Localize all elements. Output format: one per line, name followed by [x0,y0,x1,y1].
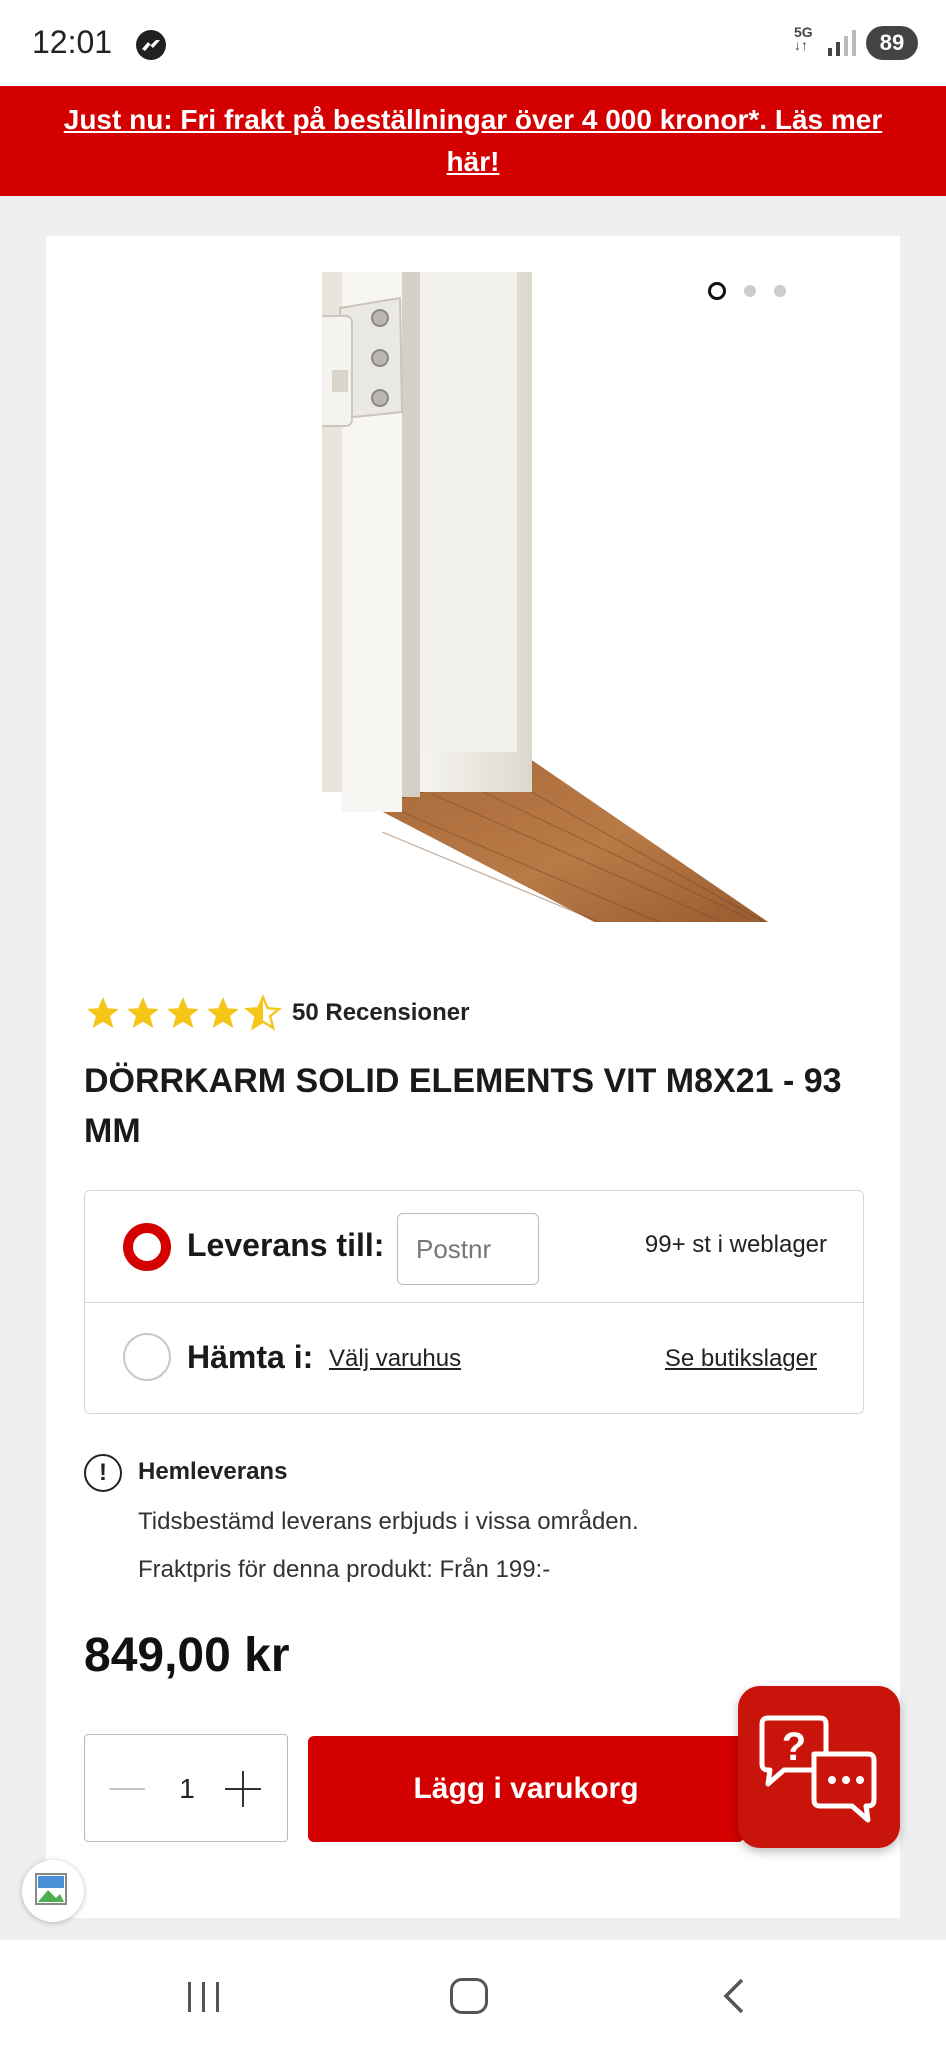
info-icon: ! [84,1454,122,1492]
quantity-stepper: 1 [84,1734,288,1842]
home-delivery-title: Hemleverans [138,1458,288,1485]
delivery-options: Leverans till: 99+ st i weblager Hämta i… [84,1190,864,1414]
add-to-cart-button[interactable]: Lägg i varukorg [308,1736,744,1842]
product-image[interactable] [317,272,812,952]
product-title: DÖRRKARM SOLID ELEMENTS VIT M8X21 - 93 M… [84,1062,842,1150]
quantity-decrease-button[interactable] [105,1765,151,1813]
star-rating [84,994,282,1032]
carousel-dot[interactable] [744,285,756,297]
product-price: 849,00 kr [84,1629,290,1682]
pickup-label: Hämta i: [187,1339,314,1375]
store-stock-link[interactable]: Se butikslager [665,1345,817,1373]
pickup-radio[interactable] [123,1333,171,1381]
shipping-price-info: Fraktpris för denna produkt: Från 199:- [138,1556,551,1583]
carousel-dot[interactable] [774,285,786,297]
choose-store-link[interactable]: Välj varuhus [329,1345,461,1373]
system-nav-bar [0,1940,946,2049]
quantity-value[interactable]: 1 [167,1773,207,1805]
delivery-label: Leverans till: [187,1227,385,1263]
recents-icon[interactable] [184,1980,224,2014]
network-5g-icon: 5G ↓↑ [794,24,813,53]
status-time: 12:01 [32,24,113,60]
star-full-icon [87,997,119,1029]
carousel-dot[interactable] [708,282,726,300]
chat-support-button[interactable]: ? [738,1686,900,1848]
delivery-radio[interactable] [123,1223,171,1271]
messenger-icon [136,30,166,60]
back-icon[interactable] [718,1976,748,2016]
rating-row[interactable]: 50 Recensioner [84,994,469,1032]
home-delivery-info: Tidsbestämd leverans erbjuds i vissa omr… [138,1508,639,1535]
web-stock-text: 99+ st i weblager [644,1231,827,1258]
product-card: 50 Recensioner DÖRRKARM SOLID ELEMENTS V… [46,236,900,1918]
promo-banner[interactable]: Just nu: Fri frakt på beställningar över… [0,86,946,196]
door-frame-image [317,272,812,952]
chat-help-icon: ? [759,1715,877,1823]
broken-image-icon[interactable] [22,1860,84,1922]
star-full-icon [167,997,199,1029]
battery-icon: 89 [866,26,918,60]
star-half-icon [244,994,282,1031]
star-full-icon [207,997,239,1029]
review-count[interactable]: 50 Recensioner [292,999,469,1027]
star-full-icon [127,997,159,1029]
quantity-increase-button[interactable] [221,1765,267,1813]
svg-text:?: ? [782,1725,806,1769]
promo-link[interactable]: Just nu: Fri frakt på beställningar över… [60,99,886,183]
home-icon[interactable] [450,1978,488,2014]
postnr-input[interactable] [397,1213,539,1285]
status-bar: 12:01 5G ↓↑ 89 [0,0,946,86]
carousel-dots [708,282,786,300]
divider [85,1302,863,1303]
signal-icon [826,28,860,63]
